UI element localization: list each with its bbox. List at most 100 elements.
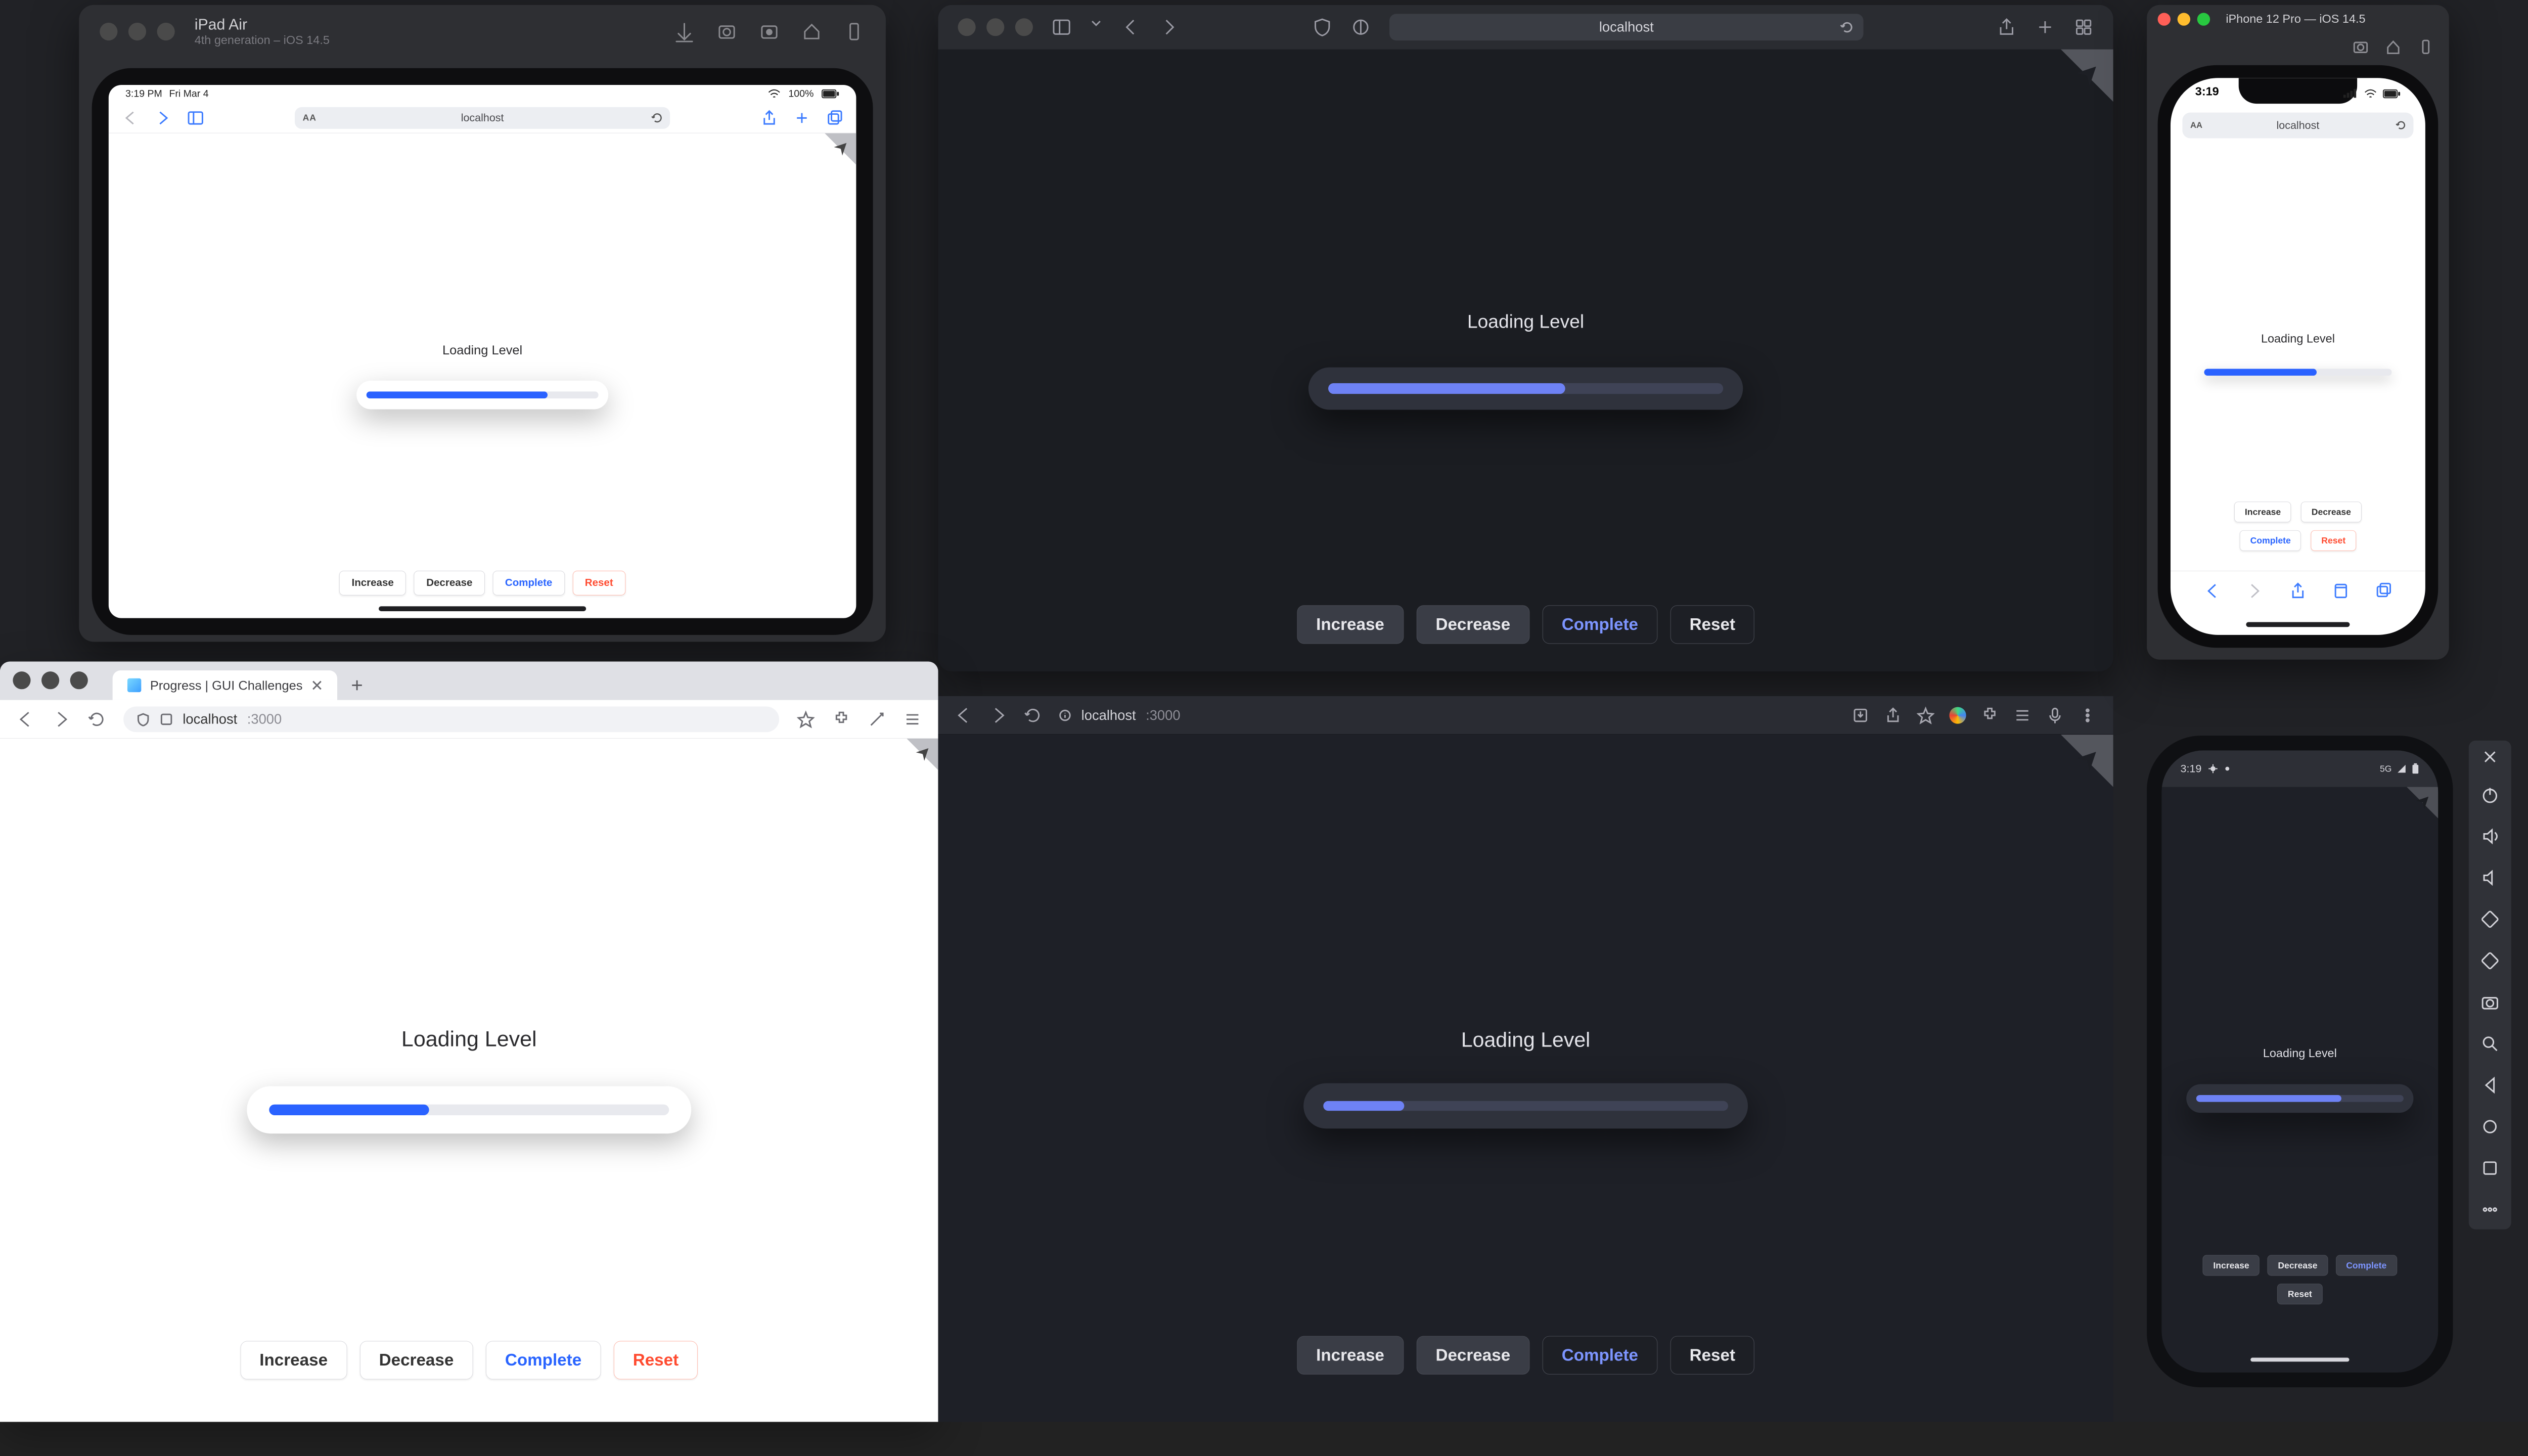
bookmark-icon[interactable]: [797, 710, 815, 728]
reader-aa[interactable]: AA: [2190, 120, 2202, 130]
browser-tab[interactable]: Progress | GUI Challenges: [113, 670, 337, 700]
kebab-menu-icon[interactable]: [2079, 706, 2096, 724]
bookmarks-icon[interactable]: [2331, 581, 2350, 600]
new-tab-button[interactable]: [346, 674, 368, 696]
complete-button[interactable]: Complete: [486, 1341, 601, 1379]
install-icon[interactable]: [1852, 706, 1869, 724]
back-icon[interactable]: [121, 109, 139, 126]
volume-up-icon[interactable]: [2480, 827, 2500, 846]
increase-button[interactable]: Increase: [2203, 1255, 2260, 1276]
traffic-min[interactable]: [41, 671, 59, 689]
reload-icon[interactable]: [2396, 120, 2406, 130]
devtools-list-icon[interactable]: [2013, 706, 2031, 724]
traffic-min[interactable]: [2178, 13, 2190, 25]
increase-button[interactable]: Increase: [2234, 502, 2291, 522]
decrease-button[interactable]: Decrease: [1416, 605, 1529, 644]
back-icon[interactable]: [955, 706, 973, 724]
shield-icon[interactable]: [1313, 17, 1332, 37]
traffic-min[interactable]: [128, 23, 146, 40]
mic-icon[interactable]: [2046, 706, 2064, 724]
site-info-icon[interactable]: [1059, 709, 1071, 721]
reset-button[interactable]: Reset: [2311, 530, 2356, 551]
decrease-button[interactable]: Decrease: [360, 1341, 473, 1379]
traffic-max[interactable]: [1015, 18, 1033, 36]
traffic-close[interactable]: [958, 18, 976, 36]
back-icon[interactable]: [2202, 581, 2221, 600]
close-tab-icon[interactable]: [311, 680, 322, 691]
address-bar[interactable]: localhost:3000: [1059, 707, 1835, 723]
traffic-max[interactable]: [70, 671, 88, 689]
complete-button[interactable]: Complete: [2240, 530, 2301, 551]
overview-nav-icon[interactable]: [2480, 1158, 2500, 1178]
share-icon[interactable]: [2288, 581, 2307, 600]
traffic-close[interactable]: [13, 671, 30, 689]
menu-icon[interactable]: [904, 710, 921, 728]
devtools-icon[interactable]: [868, 710, 886, 728]
address-bar[interactable]: localhost: [1389, 14, 1864, 40]
back-nav-icon[interactable]: [2480, 1075, 2500, 1095]
share-icon[interactable]: [1884, 706, 1902, 724]
traffic-max[interactable]: [2197, 13, 2210, 25]
increase-button[interactable]: Increase: [240, 1341, 347, 1379]
reload-icon[interactable]: [1840, 20, 1855, 34]
forward-icon[interactable]: [1159, 17, 1179, 37]
complete-button[interactable]: Complete: [492, 571, 564, 596]
profile-avatar[interactable]: [1949, 707, 1966, 723]
record-icon[interactable]: [758, 21, 780, 42]
increase-button[interactable]: Increase: [1297, 1336, 1404, 1375]
reload-icon[interactable]: [651, 112, 663, 123]
reader-aa[interactable]: AA: [303, 113, 317, 123]
decrease-button[interactable]: Decrease: [2268, 1255, 2328, 1276]
address-bar[interactable]: localhost:3000: [123, 706, 779, 732]
camera-icon[interactable]: [2480, 992, 2500, 1012]
reset-button[interactable]: Reset: [614, 1341, 698, 1379]
home-indicator[interactable]: [2246, 622, 2350, 627]
reset-button[interactable]: Reset: [572, 571, 625, 596]
increase-button[interactable]: Increase: [339, 571, 406, 596]
more-icon[interactable]: [2480, 1200, 2500, 1219]
share-icon[interactable]: [760, 109, 778, 126]
volume-down-icon[interactable]: [2480, 868, 2500, 888]
power-icon[interactable]: [2480, 785, 2500, 805]
sidebar-icon[interactable]: [187, 109, 204, 126]
home-icon[interactable]: [801, 21, 823, 42]
complete-button[interactable]: Complete: [1543, 1336, 1657, 1375]
save-icon[interactable]: [673, 21, 695, 42]
tabs-icon[interactable]: [2375, 581, 2394, 600]
home-indicator[interactable]: [379, 606, 586, 611]
complete-button[interactable]: Complete: [2336, 1255, 2397, 1276]
reset-button[interactable]: Reset: [2277, 1284, 2322, 1304]
extension-icon[interactable]: [832, 710, 850, 728]
screenshot-icon[interactable]: [716, 21, 738, 42]
extensions-icon[interactable]: [1981, 706, 1999, 724]
appearance-icon[interactable]: [1351, 17, 1371, 37]
reload-icon[interactable]: [88, 710, 106, 728]
forward-icon[interactable]: [53, 710, 70, 728]
gesture-bar[interactable]: [2250, 1358, 2349, 1362]
rotate-icon[interactable]: [843, 21, 865, 42]
newtab-icon[interactable]: [2035, 17, 2055, 37]
site-info-icon[interactable]: [160, 713, 172, 725]
back-icon[interactable]: [17, 710, 34, 728]
tabs-icon[interactable]: [826, 109, 843, 126]
bookmark-icon[interactable]: [1917, 706, 1934, 724]
zoom-icon[interactable]: [2480, 1034, 2500, 1054]
reset-button[interactable]: Reset: [1670, 605, 1754, 644]
forward-icon[interactable]: [2245, 581, 2264, 600]
rotate-icon[interactable]: [2417, 38, 2434, 55]
decrease-button[interactable]: Decrease: [1416, 1336, 1529, 1375]
traffic-close[interactable]: [2158, 13, 2171, 25]
screenshot-icon[interactable]: [2352, 38, 2369, 55]
forward-icon[interactable]: [154, 109, 172, 126]
traffic-max[interactable]: [157, 23, 175, 40]
reset-button[interactable]: Reset: [1670, 1336, 1754, 1375]
address-bar[interactable]: AA localhost: [2182, 113, 2413, 139]
increase-button[interactable]: Increase: [1297, 605, 1404, 644]
share-icon[interactable]: [1997, 17, 2016, 37]
reload-icon[interactable]: [1024, 706, 1042, 724]
complete-button[interactable]: Complete: [1543, 605, 1657, 644]
decrease-button[interactable]: Decrease: [2301, 502, 2361, 522]
home-icon[interactable]: [2385, 38, 2402, 55]
forward-icon[interactable]: [989, 706, 1007, 724]
newtab-icon[interactable]: [793, 109, 810, 126]
